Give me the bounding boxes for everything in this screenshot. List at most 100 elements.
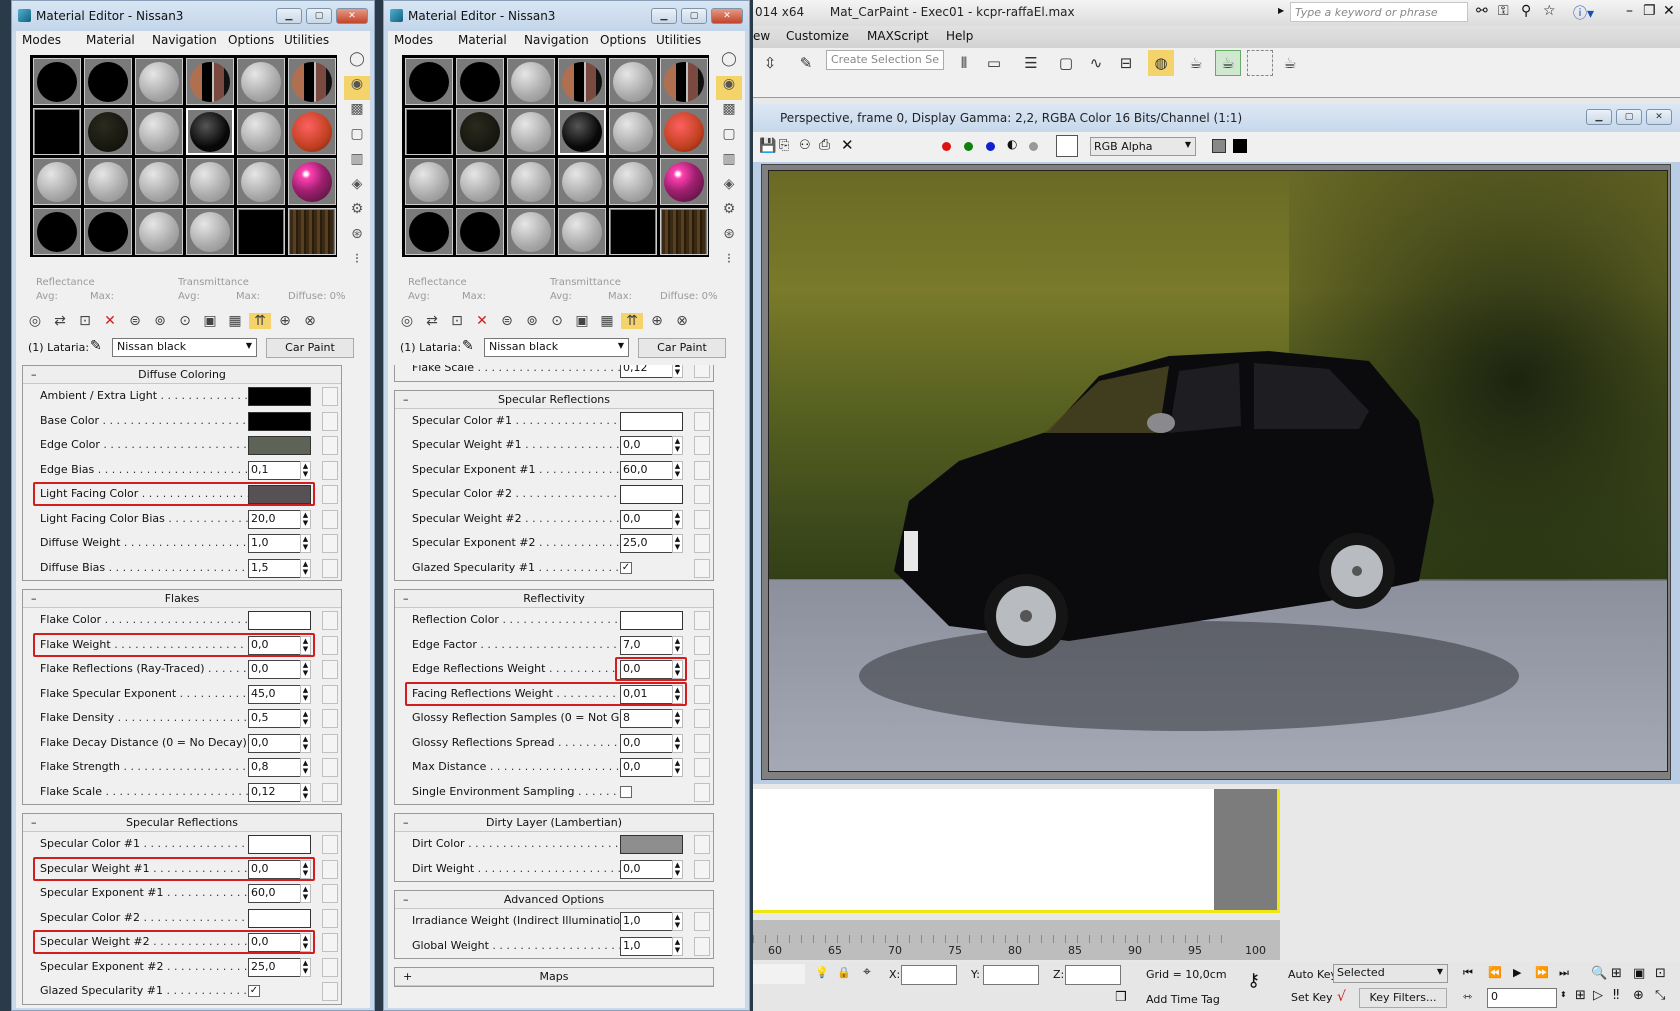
spinner-arrows-icon[interactable]: ▲▼ xyxy=(300,534,311,553)
sample-type-icon[interactable]: ◯ xyxy=(344,51,370,75)
absolute-mode-icon[interactable]: ⌖ xyxy=(863,964,871,980)
print-icon[interactable]: ⎙ xyxy=(819,137,830,153)
param-value-input[interactable]: 60,0 xyxy=(620,460,672,480)
spinner-arrows-icon[interactable]: ▲▼ xyxy=(672,912,683,931)
put-to-library-icon[interactable]: ⊚ xyxy=(521,313,543,329)
sample-slot[interactable] xyxy=(84,108,132,155)
y-coordinate-input[interactable] xyxy=(983,965,1039,985)
map-button[interactable] xyxy=(694,684,710,704)
menu-navigation[interactable]: Navigation xyxy=(152,33,217,47)
named-selection-set-dropdown[interactable]: Create Selection Se xyxy=(826,50,944,70)
current-frame-input[interactable]: 0 xyxy=(1487,988,1557,1008)
spinner-arrows-icon[interactable]: ▲▼ xyxy=(300,758,311,777)
param-value-input[interactable]: 60,0 xyxy=(248,884,300,903)
close-button[interactable]: ✕ xyxy=(711,8,743,24)
key-mode-toggle-icon[interactable]: ⇿ xyxy=(1463,990,1472,1003)
param-value-input[interactable]: 0,0 xyxy=(620,758,672,777)
go-to-parent-icon[interactable]: ⇈ xyxy=(249,313,271,329)
sample-slot[interactable] xyxy=(660,158,708,205)
map-button[interactable] xyxy=(694,859,710,879)
map-button[interactable] xyxy=(694,534,710,553)
spinner-arrows-icon[interactable]: ▲▼ xyxy=(672,859,683,879)
map-button[interactable] xyxy=(694,835,710,854)
param-value-input[interactable]: 0,0 xyxy=(248,733,300,753)
menu-material[interactable]: Material xyxy=(86,33,135,47)
minimize-button[interactable]: ▁ xyxy=(1586,109,1612,125)
sample-slot[interactable] xyxy=(135,108,183,155)
background-checker-icon[interactable]: ▩ xyxy=(716,101,742,125)
frame-spinner[interactable]: ⬍ xyxy=(1560,990,1567,999)
spinner-arrows-icon[interactable]: ▲▼ xyxy=(672,936,683,956)
monochrome-toggle[interactable]: ◐ xyxy=(1007,137,1017,151)
color-swatch[interactable] xyxy=(248,436,311,455)
map-button[interactable] xyxy=(322,460,338,480)
minimize-button[interactable]: ▁ xyxy=(276,8,302,24)
sample-slot[interactable] xyxy=(558,58,606,105)
sample-slot[interactable] xyxy=(237,58,285,105)
menu-options[interactable]: Options xyxy=(228,33,274,47)
video-color-check-icon[interactable]: ▥ xyxy=(344,151,370,175)
spinner-arrows-icon[interactable]: ▲▼ xyxy=(672,436,683,455)
sample-slot[interactable] xyxy=(135,208,183,255)
color-swatch[interactable] xyxy=(620,835,683,854)
sample-slot[interactable] xyxy=(237,208,285,255)
map-button[interactable] xyxy=(322,709,338,728)
map-button[interactable] xyxy=(694,509,710,529)
maximize-button[interactable]: ▢ xyxy=(681,8,707,24)
param-value-input[interactable]: 0,0 xyxy=(620,859,672,879)
go-forward-sibling-icon[interactable]: ⊕ xyxy=(646,313,668,329)
time-slider-region[interactable] xyxy=(1214,789,1277,910)
auto-key-button[interactable]: Auto Key xyxy=(1288,968,1337,981)
map-button[interactable] xyxy=(322,509,338,529)
sample-slot[interactable] xyxy=(33,108,81,155)
eyedropper-icon[interactable]: ✎ xyxy=(90,338,102,354)
map-button[interactable] xyxy=(322,835,338,854)
collapse-icon[interactable]: – xyxy=(31,590,37,607)
material-type-button[interactable]: Car Paint xyxy=(266,338,354,358)
menu-customize[interactable]: Customize xyxy=(786,29,849,43)
map-button[interactable] xyxy=(322,982,338,1001)
sample-slot[interactable] xyxy=(609,58,657,105)
param-value-input[interactable]: 0,1 xyxy=(248,460,300,480)
spinner-arrows-icon[interactable]: ▲▼ xyxy=(300,709,311,728)
sample-slot[interactable] xyxy=(288,158,336,205)
rollout-header[interactable]: – Diffuse Coloring xyxy=(23,366,341,384)
sample-slot[interactable] xyxy=(186,58,234,105)
spinner-arrows-icon[interactable]: ▲▼ xyxy=(672,509,683,529)
sample-slot[interactable] xyxy=(237,158,285,205)
material-id-icon[interactable]: ⊙ xyxy=(174,313,196,329)
spinner-arrows-icon[interactable]: ▲▼ xyxy=(300,957,311,977)
copy-icon[interactable]: ⎘ xyxy=(779,138,789,153)
blue-channel-toggle[interactable] xyxy=(986,142,995,151)
sample-slot[interactable] xyxy=(456,158,504,205)
color-swatch[interactable] xyxy=(248,387,311,406)
map-button[interactable] xyxy=(694,436,710,455)
color-swatch[interactable] xyxy=(248,835,311,854)
map-button[interactable] xyxy=(322,436,338,455)
sample-slot[interactable] xyxy=(558,108,606,155)
param-value-input[interactable]: 20,0 xyxy=(248,509,300,529)
menu-maxscript[interactable]: MAXScript xyxy=(867,29,929,43)
help-icon[interactable]: ⓘ▾ xyxy=(1573,3,1594,23)
param-value-input[interactable]: 8 xyxy=(620,709,672,728)
put-to-scene-icon[interactable]: ⇄ xyxy=(421,313,443,329)
map-button[interactable] xyxy=(694,660,710,679)
map-button[interactable] xyxy=(694,611,710,630)
backlight-icon[interactable]: ◉ xyxy=(344,76,370,100)
make-unique-icon[interactable]: ⊜ xyxy=(496,313,518,329)
sample-slot[interactable] xyxy=(456,108,504,155)
go-forward-sibling-icon[interactable]: ⊕ xyxy=(274,313,296,329)
map-button[interactable] xyxy=(322,908,338,928)
map-button[interactable] xyxy=(322,411,338,431)
sample-slot[interactable] xyxy=(609,208,657,255)
color-swatch[interactable] xyxy=(248,908,311,928)
key-icon[interactable]: ⚿ xyxy=(1498,3,1509,19)
show-shaded-icon[interactable]: ▣ xyxy=(199,313,221,329)
close-button[interactable]: ✕ xyxy=(1646,109,1672,125)
spinner-arrows-icon[interactable]: ▲▼ xyxy=(300,733,311,753)
spinner-arrows-icon[interactable]: ▲▼ xyxy=(672,534,683,553)
map-button[interactable] xyxy=(694,709,710,728)
color-swatch[interactable] xyxy=(620,411,683,431)
sample-slot[interactable] xyxy=(507,208,555,255)
background-color-swatch[interactable] xyxy=(1056,135,1078,157)
